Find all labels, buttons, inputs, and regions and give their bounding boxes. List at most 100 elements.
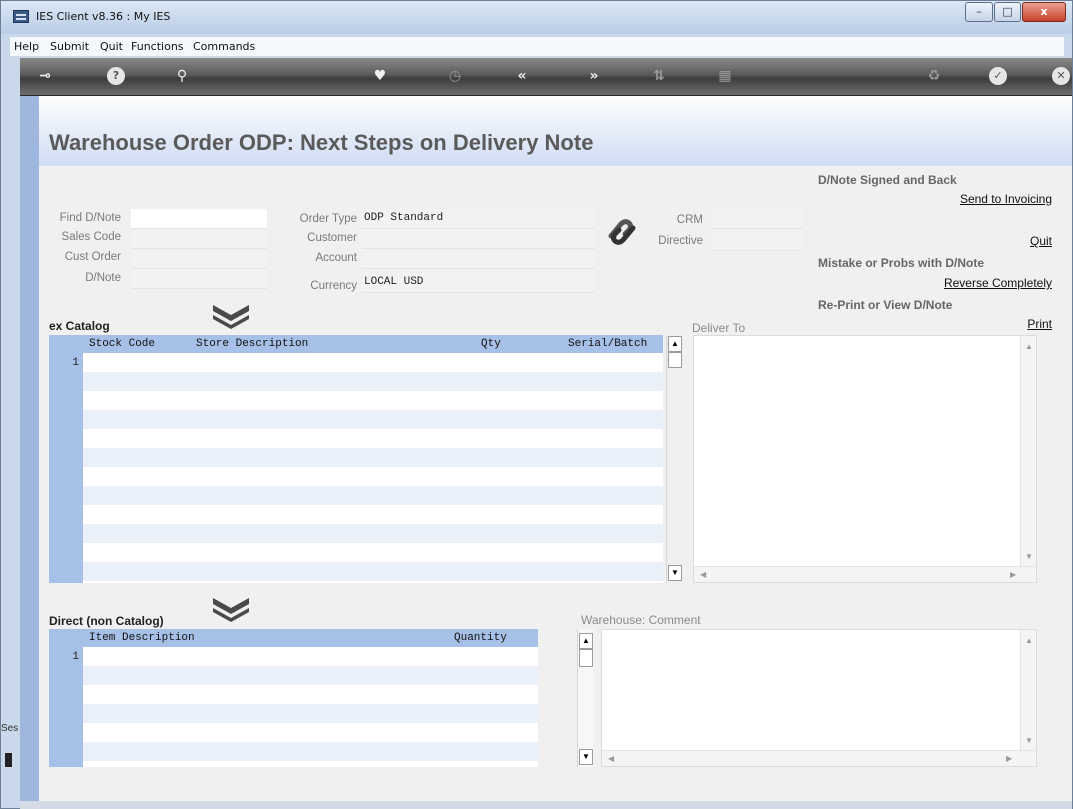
quit-link[interactable]: Quit bbox=[939, 234, 1052, 248]
reverse-completely-link[interactable]: Reverse Completely bbox=[889, 276, 1052, 290]
search-icon[interactable]: ⚲ bbox=[170, 66, 194, 86]
sort-icon[interactable]: ⇅ bbox=[647, 66, 671, 86]
ex-catalog-scrollbar[interactable]: ▲ ▼ bbox=[666, 335, 683, 583]
check-icon[interactable]: ✓ bbox=[989, 67, 1007, 85]
header-band: Warehouse Order ODP: Next Steps on Deliv… bbox=[39, 96, 1072, 166]
table-row[interactable] bbox=[83, 486, 663, 505]
row-number-column: 1 bbox=[49, 647, 83, 767]
session-icon[interactable] bbox=[5, 753, 12, 767]
left-sidebar-strip bbox=[20, 96, 39, 801]
directive-field bbox=[711, 231, 803, 251]
direct-title: Direct (non Catalog) bbox=[49, 614, 164, 628]
maximize-button[interactable]: □ bbox=[994, 2, 1021, 22]
warehouse-comment-label: Warehouse: Comment bbox=[581, 613, 701, 627]
link-icon[interactable] bbox=[607, 214, 637, 250]
direct-grid[interactable]: Item Description Quantity 1 bbox=[49, 629, 538, 767]
grid-header: Item Description Quantity bbox=[49, 629, 538, 647]
customer-label: Customer bbox=[307, 232, 357, 244]
key-icon[interactable]: ⊸ bbox=[30, 66, 60, 86]
table-row[interactable] bbox=[83, 685, 538, 704]
clock-icon[interactable]: ◷ bbox=[443, 66, 467, 86]
close-window-button[interactable]: x bbox=[1022, 2, 1066, 22]
sales-code-label: Sales Code bbox=[61, 231, 121, 243]
row-number-column: 1 bbox=[49, 353, 83, 583]
minimize-button[interactable]: – bbox=[965, 2, 993, 22]
print-link[interactable]: Print bbox=[939, 317, 1052, 331]
table-row[interactable] bbox=[83, 543, 663, 562]
expand-down-icon[interactable] bbox=[211, 596, 251, 622]
signed-heading: D/Note Signed and Back bbox=[818, 173, 957, 187]
table-row[interactable] bbox=[83, 704, 538, 723]
find-dnote-input[interactable] bbox=[131, 209, 267, 229]
window-title: IES Client v8.36 : My IES bbox=[36, 10, 171, 23]
table-row[interactable] bbox=[83, 562, 663, 581]
table-row[interactable] bbox=[83, 353, 663, 372]
ex-catalog-title: ex Catalog bbox=[49, 319, 110, 333]
warehouse-comment-textarea[interactable]: ▲ ▼ ◀ ▶ bbox=[601, 629, 1037, 767]
col-qty[interactable]: Qty bbox=[481, 338, 501, 350]
col-stock-code[interactable]: Stock Code bbox=[89, 338, 155, 350]
comment-left-scrollbar[interactable]: ▲ ▼ bbox=[577, 629, 594, 767]
send-to-invoicing-link[interactable]: Send to Invoicing bbox=[889, 192, 1052, 206]
ex-catalog-grid[interactable]: Stock Code Store Description Qty Serial/… bbox=[49, 335, 663, 583]
calculator-icon[interactable]: ▦ bbox=[713, 66, 737, 86]
menu-quit[interactable]: Quit bbox=[100, 40, 123, 53]
scroll-down-button[interactable]: ▼ bbox=[579, 749, 593, 765]
table-row[interactable] bbox=[83, 723, 538, 742]
table-row[interactable] bbox=[83, 448, 663, 467]
deliver-to-textarea[interactable]: ▲ ▼ ◀ ▶ bbox=[693, 335, 1037, 583]
col-quantity[interactable]: Quantity bbox=[454, 632, 507, 644]
forward-icon[interactable]: » bbox=[582, 66, 606, 86]
close-icon[interactable]: ✕ bbox=[1052, 67, 1070, 85]
cust-order-label: Cust Order bbox=[64, 251, 121, 263]
table-row[interactable] bbox=[83, 742, 538, 761]
menu-functions[interactable]: Functions bbox=[131, 40, 184, 53]
menu-help[interactable]: Help bbox=[14, 40, 39, 53]
table-row[interactable] bbox=[83, 372, 663, 391]
toolbar: ⊸ ? ⚲ ♥ ◷ « » ⇅ ▦ ♻ ✓ ✕ bbox=[20, 58, 1072, 96]
deliver-to-label: Deliver To bbox=[692, 321, 746, 335]
row-number: 1 bbox=[72, 651, 79, 663]
expand-down-icon[interactable] bbox=[211, 303, 251, 329]
menu-submit[interactable]: Submit bbox=[50, 40, 89, 53]
recycle-icon[interactable]: ♻ bbox=[922, 66, 946, 86]
table-row[interactable] bbox=[83, 467, 663, 486]
session-tab[interactable]: Ses bbox=[1, 723, 18, 734]
scroll-up-button[interactable]: ▲ bbox=[668, 336, 682, 352]
row-number: 1 bbox=[72, 357, 79, 369]
table-row[interactable] bbox=[83, 666, 538, 685]
title-bar: IES Client v8.36 : My IES – □ x bbox=[1, 1, 1072, 34]
currency-label: Currency bbox=[310, 280, 357, 292]
grid-header: Stock Code Store Description Qty Serial/… bbox=[49, 335, 663, 353]
col-serial-batch[interactable]: Serial/Batch bbox=[568, 338, 647, 350]
menu-commands[interactable]: Commands bbox=[193, 40, 255, 53]
scroll-down-button[interactable]: ▼ bbox=[668, 565, 682, 581]
comment-vscroll[interactable]: ▲ ▼ bbox=[1020, 630, 1036, 750]
page-title: Warehouse Order ODP: Next Steps on Deliv… bbox=[49, 130, 594, 155]
menu-bar: Help Submit Quit Functions Commands bbox=[10, 37, 1064, 57]
currency-field: LOCAL USD bbox=[362, 273, 595, 293]
sales-code-field bbox=[131, 229, 267, 249]
scroll-thumb[interactable] bbox=[579, 649, 593, 667]
scroll-up-button[interactable]: ▲ bbox=[579, 633, 593, 649]
heart-icon[interactable]: ♥ bbox=[368, 66, 392, 86]
table-row[interactable] bbox=[83, 391, 663, 410]
table-row[interactable] bbox=[83, 429, 663, 448]
comment-hscroll[interactable]: ◀ ▶ bbox=[602, 750, 1036, 766]
table-row[interactable] bbox=[83, 505, 663, 524]
crm-field bbox=[711, 209, 803, 229]
col-store-description[interactable]: Store Description bbox=[196, 338, 308, 350]
help-icon[interactable]: ? bbox=[107, 67, 125, 85]
col-item-description[interactable]: Item Description bbox=[89, 632, 195, 644]
table-row[interactable] bbox=[83, 524, 663, 543]
order-type-label: Order Type bbox=[299, 213, 357, 225]
deliver-to-vscroll[interactable]: ▲ ▼ bbox=[1020, 336, 1036, 566]
account-field bbox=[362, 249, 595, 269]
table-row[interactable] bbox=[83, 410, 663, 429]
deliver-to-hscroll[interactable]: ◀ ▶ bbox=[694, 566, 1036, 582]
dnote-field bbox=[131, 269, 267, 289]
status-bar bbox=[20, 801, 1072, 809]
table-row[interactable] bbox=[83, 647, 538, 666]
scroll-thumb[interactable] bbox=[668, 352, 682, 368]
rewind-icon[interactable]: « bbox=[510, 66, 534, 86]
